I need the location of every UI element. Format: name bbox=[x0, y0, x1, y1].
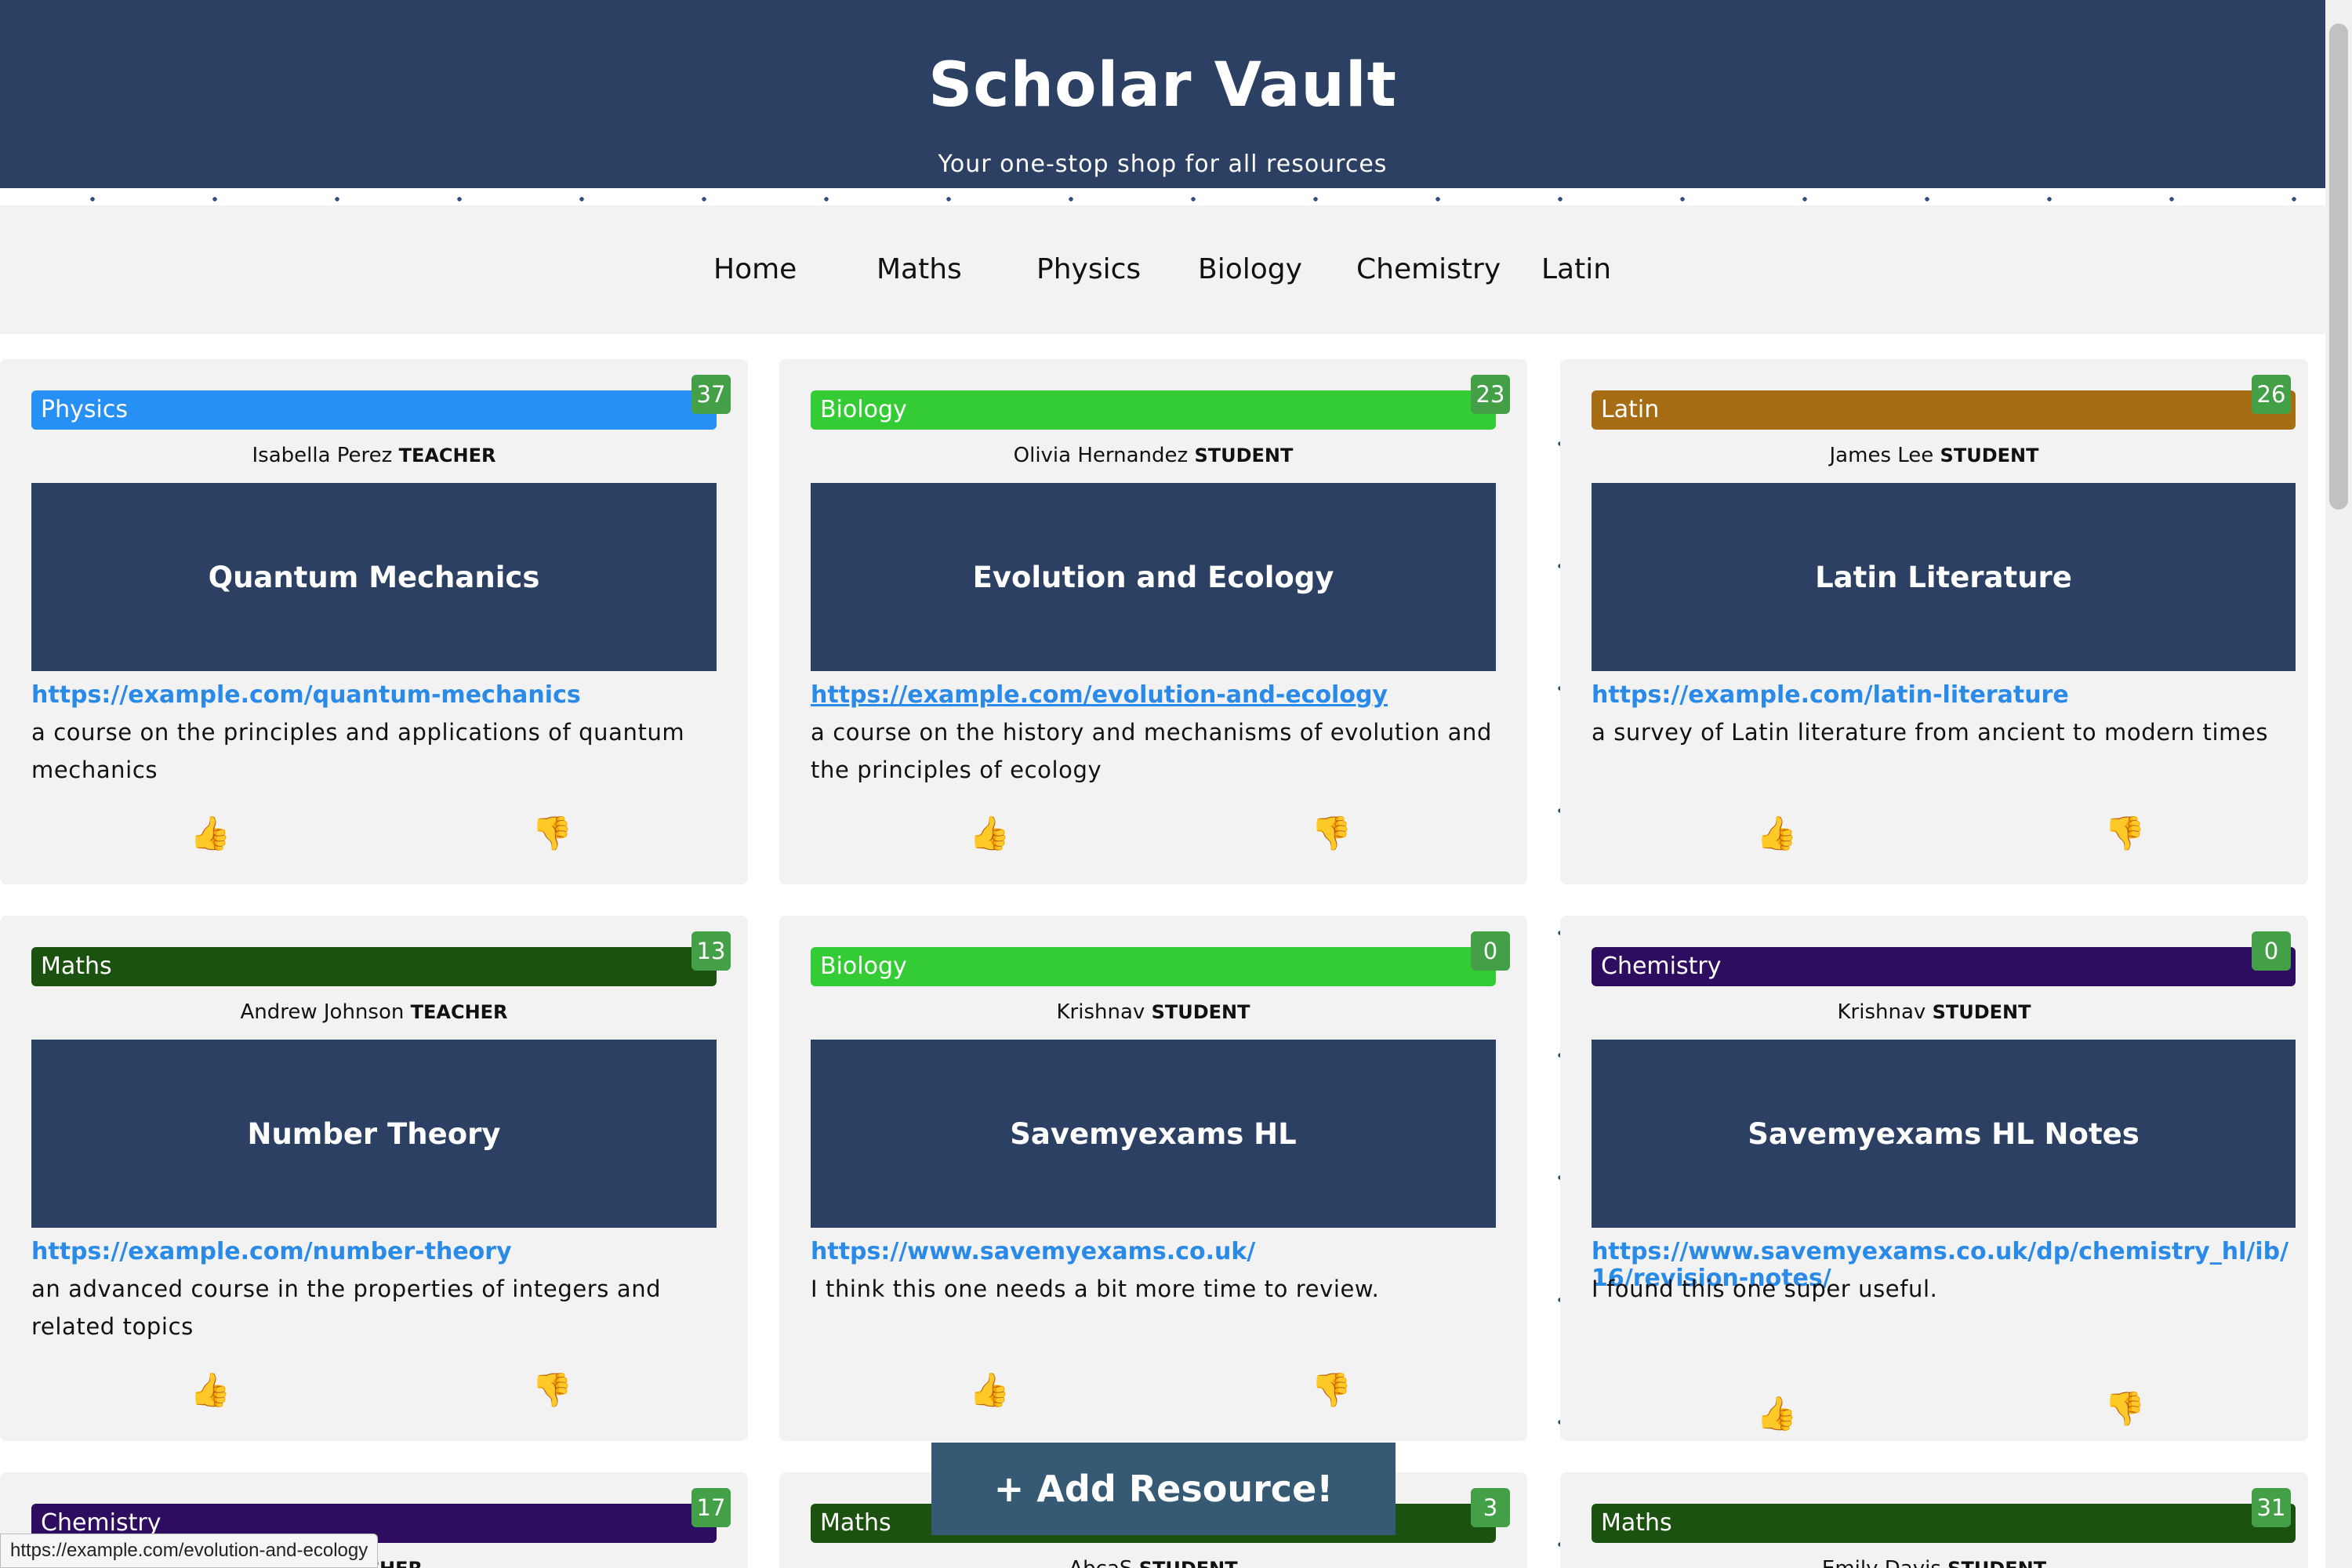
vote-count-badge: 37 bbox=[691, 375, 731, 414]
link-status-tooltip: https://example.com/evolution-and-ecolog… bbox=[0, 1534, 379, 1568]
add-resource-button[interactable]: + Add Resource! bbox=[931, 1443, 1396, 1535]
vote-count-badge: 26 bbox=[2252, 375, 2291, 414]
resource-link[interactable]: https://www.savemyexams.co.uk/ bbox=[811, 1239, 1501, 1265]
author-name: Andrew Johnson bbox=[240, 1000, 405, 1024]
subject-tag: Chemistry bbox=[1592, 947, 2296, 986]
subject-tag: Maths bbox=[1592, 1504, 2296, 1543]
resource-title: Savemyexams HL Notes bbox=[1592, 1040, 2296, 1228]
main-nav: Home Maths Physics Biology Chemistry Lat… bbox=[0, 205, 2325, 334]
thumbs-up-icon[interactable]: 👍 bbox=[1756, 814, 1797, 853]
resource-link[interactable]: https://example.com/latin-literature bbox=[1592, 682, 2281, 709]
resource-title: Latin Literature bbox=[1592, 483, 2296, 671]
resource-description: I think this one needs a bit more time t… bbox=[811, 1276, 1380, 1302]
resource-description: I found this one super useful. bbox=[1592, 1276, 1938, 1302]
author-line: Olivia Hernandez STUDENT bbox=[779, 444, 1527, 467]
author-role: STUDENT bbox=[1194, 445, 1294, 466]
thumbs-down-icon[interactable]: 👎 bbox=[532, 1370, 572, 1410]
resource-link[interactable]: https://example.com/evolution-and-ecolog… bbox=[811, 682, 1501, 709]
resource-card: Biology 0 Krishnav STUDENT Savemyexams H… bbox=[779, 916, 1527, 1441]
nav-biology[interactable]: Biology bbox=[1198, 251, 1302, 289]
author-line: Krishnav STUDENT bbox=[779, 1000, 1527, 1024]
resource-card: Latin 26 James Lee STUDENT Latin Literat… bbox=[1560, 359, 2308, 884]
resource-link[interactable]: https://example.com/number-theory bbox=[31, 1239, 721, 1265]
subject-tag: Biology bbox=[811, 947, 1496, 986]
resource-card: Biology 23 Olivia Hernandez STUDENT Evol… bbox=[779, 359, 1527, 884]
author-line: James Lee STUDENT bbox=[1560, 444, 2308, 467]
author-role: STUDENT bbox=[1139, 1558, 1238, 1568]
resource-link[interactable]: https://example.com/quantum-mechanics bbox=[31, 682, 721, 709]
vote-count-badge: 23 bbox=[1471, 375, 1510, 414]
resource-description: a survey of Latin literature from ancien… bbox=[1592, 719, 2269, 746]
resource-card: Maths 31 Emily Davis STUDENT bbox=[1560, 1472, 2308, 1568]
subject-tag: Physics bbox=[31, 390, 717, 430]
vote-count-badge: 13 bbox=[691, 931, 731, 971]
vote-count-badge: 17 bbox=[691, 1488, 731, 1527]
author-name: Emily Davis bbox=[1822, 1557, 1941, 1568]
author-line: Emily Davis STUDENT bbox=[1560, 1557, 2308, 1568]
thumbs-up-icon[interactable]: 👍 bbox=[1756, 1394, 1797, 1433]
vertical-scrollbar[interactable] bbox=[2325, 0, 2352, 1568]
author-name: Krishnav bbox=[1837, 1000, 1926, 1024]
thumbs-up-icon[interactable]: 👍 bbox=[969, 814, 1010, 853]
subject-tag: Latin bbox=[1592, 390, 2296, 430]
resource-description: a course on the history and mechanisms o… bbox=[811, 719, 1493, 783]
resource-description: an advanced course in the properties of … bbox=[31, 1276, 662, 1340]
resource-title: Number Theory bbox=[31, 1040, 717, 1228]
author-role: STUDENT bbox=[1947, 1558, 2046, 1568]
author-name: James Lee bbox=[1829, 444, 1934, 467]
vote-count-badge: 0 bbox=[2252, 931, 2291, 971]
resource-title: Savemyexams HL bbox=[811, 1040, 1496, 1228]
site-header: Scholar Vault Your one-stop shop for all… bbox=[0, 0, 2325, 188]
resource-title: Evolution and Ecology bbox=[811, 483, 1496, 671]
vote-count-badge: 3 bbox=[1471, 1488, 1510, 1527]
author-name: Olivia Hernandez bbox=[1013, 444, 1189, 467]
author-role: TEACHER bbox=[398, 445, 496, 466]
author-role: TEACHER bbox=[410, 1001, 508, 1023]
resource-card: Maths 13 Andrew Johnson TEACHER Number T… bbox=[0, 916, 748, 1441]
author-name: Isabella Perez bbox=[252, 444, 393, 467]
author-name: Krishnav bbox=[1056, 1000, 1145, 1024]
nav-latin[interactable]: Latin bbox=[1541, 251, 1611, 289]
nav-physics[interactable]: Physics bbox=[1036, 251, 1141, 289]
vote-count-badge: 0 bbox=[1471, 931, 1510, 971]
thumbs-down-icon[interactable]: 👎 bbox=[1311, 1370, 1352, 1410]
site-title: Scholar Vault bbox=[928, 50, 1397, 121]
author-role: STUDENT bbox=[1932, 1001, 2031, 1023]
thumbs-up-icon[interactable]: 👍 bbox=[190, 814, 230, 853]
author-role: STUDENT bbox=[1940, 445, 2039, 466]
thumbs-down-icon[interactable]: 👎 bbox=[2104, 1389, 2145, 1428]
resource-title: Quantum Mechanics bbox=[31, 483, 717, 671]
scrollbar-thumb[interactable] bbox=[2329, 24, 2348, 510]
author-line: Isabella Perez TEACHER bbox=[0, 444, 748, 467]
thumbs-down-icon[interactable]: 👎 bbox=[1311, 814, 1352, 853]
vote-count-badge: 31 bbox=[2252, 1488, 2291, 1527]
nav-chemistry[interactable]: Chemistry bbox=[1356, 251, 1501, 289]
author-line: AbcaS STUDENT bbox=[779, 1557, 1527, 1568]
nav-maths[interactable]: Maths bbox=[877, 251, 962, 289]
resource-description: a course on the principles and applicati… bbox=[31, 719, 685, 783]
thumbs-up-icon[interactable]: 👍 bbox=[969, 1370, 1010, 1410]
site-subtitle: Your one-stop shop for all resources bbox=[938, 151, 1388, 178]
author-role: STUDENT bbox=[1151, 1001, 1250, 1023]
subject-tag: Biology bbox=[811, 390, 1496, 430]
resource-card: Chemistry 0 Krishnav STUDENT Savemyexams… bbox=[1560, 916, 2308, 1441]
thumbs-down-icon[interactable]: 👎 bbox=[2104, 814, 2145, 853]
author-line: Andrew Johnson TEACHER bbox=[0, 1000, 748, 1024]
resource-card: Physics 37 Isabella Perez TEACHER Quantu… bbox=[0, 359, 748, 884]
author-name: AbcaS bbox=[1069, 1557, 1132, 1568]
subject-tag: Maths bbox=[31, 947, 717, 986]
thumbs-down-icon[interactable]: 👎 bbox=[532, 814, 572, 853]
author-line: Krishnav STUDENT bbox=[1560, 1000, 2308, 1024]
nav-home[interactable]: Home bbox=[713, 251, 797, 289]
thumbs-up-icon[interactable]: 👍 bbox=[190, 1370, 230, 1410]
